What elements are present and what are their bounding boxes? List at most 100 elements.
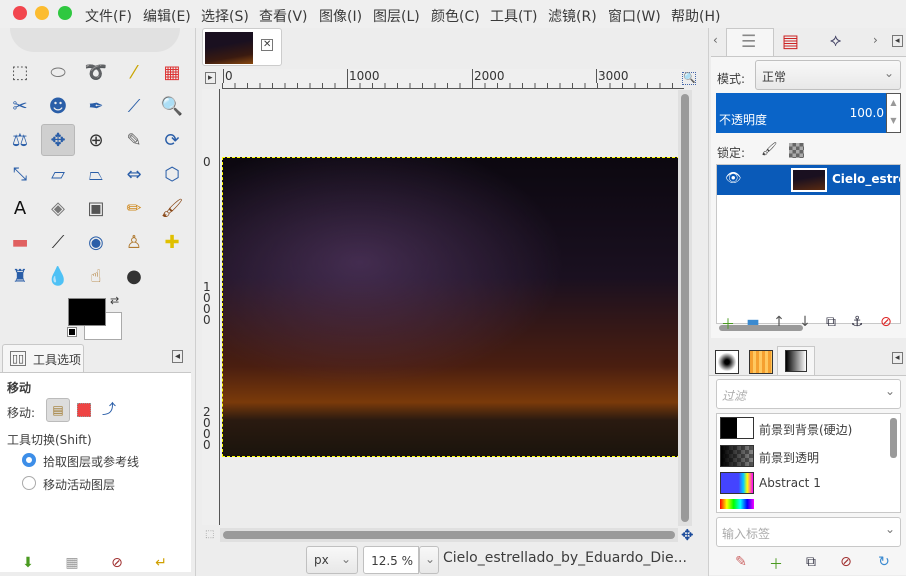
scroll-thumb[interactable] (681, 94, 689, 522)
heal-tool-icon[interactable]: ✚ (155, 226, 189, 258)
menu-select[interactable]: 选择(S) (201, 6, 249, 26)
menu-file[interactable]: 文件(F) (85, 6, 132, 26)
gradient-item[interactable]: Abstract 1 (759, 476, 821, 490)
gradient-item[interactable]: 前景到背景(硬边) (759, 421, 852, 438)
filter-input[interactable]: 过滤 ⌄ (716, 379, 901, 409)
gradient-scrollbar[interactable] (890, 418, 897, 458)
tab-gradients[interactable] (777, 346, 815, 376)
menu-edit[interactable]: 编辑(E) (143, 6, 191, 26)
zoom-input[interactable]: 12.5 % (363, 546, 419, 574)
restore-options-icon[interactable]: ▦ (63, 555, 81, 571)
tab-tool-options[interactable]: ▯▯ 工具选项 (2, 344, 84, 372)
dodge-burn-tool-icon[interactable]: ● (117, 260, 151, 292)
move-tool-icon[interactable]: ✥ (41, 124, 75, 156)
close-tab-icon[interactable]: ✕ (261, 39, 274, 51)
duplicate-layer-icon[interactable]: ⧉ (822, 314, 840, 330)
flip-tool-icon[interactable]: ⇔ (117, 158, 151, 190)
radio-pick-layer[interactable] (22, 453, 36, 467)
quick-mask-icon[interactable]: ⬚ (205, 529, 214, 540)
rect-select-tool-icon[interactable]: ⬚ (3, 56, 37, 88)
image-canvas[interactable] (222, 157, 680, 457)
blend-tool-icon[interactable]: ▣ (79, 192, 113, 224)
navigate-icon[interactable]: ✥ (681, 526, 694, 544)
blur-sharpen-tool-icon[interactable]: 💧 (41, 260, 75, 292)
zoom-fit-icon[interactable]: 🔍 (682, 72, 697, 85)
smudge-tool-icon[interactable]: ☝ (79, 260, 113, 292)
opacity-slider[interactable]: 不透明度 100.0 (716, 93, 886, 133)
chevron-right-icon[interactable]: › (873, 33, 878, 47)
new-gradient-icon[interactable]: ＋ (767, 554, 785, 574)
menu-windows[interactable]: 窗口(W) (608, 6, 661, 26)
anchor-layer-icon[interactable]: ⚓ (848, 314, 866, 330)
minimize-button[interactable] (35, 6, 49, 20)
panel-menu-icon[interactable]: ◂ (892, 35, 903, 47)
lock-pixels-icon[interactable]: 🖌 (761, 142, 778, 157)
paths-tool-icon[interactable]: ✒ (79, 90, 113, 122)
move-selection-icon[interactable] (77, 403, 91, 417)
eye-icon[interactable]: 👁 (725, 171, 742, 186)
crop-tool-icon[interactable]: ✎ (117, 124, 151, 156)
rotate-tool-icon[interactable]: ⟳ (155, 124, 189, 156)
save-options-icon[interactable]: ⬇ (19, 555, 37, 571)
raise-layer-icon[interactable]: ↑ (770, 314, 788, 330)
edit-gradient-icon[interactable]: ✎ (732, 554, 750, 570)
tag-input[interactable]: 输入标签 ⌄ (716, 517, 901, 547)
menu-help[interactable]: 帮助(H) (671, 6, 720, 26)
default-colors-icon[interactable] (67, 327, 77, 337)
mode-select[interactable]: 正常 ⌄ (755, 60, 901, 90)
menu-colors[interactable]: 颜色(C) (431, 6, 480, 26)
horizontal-scrollbar[interactable] (220, 528, 678, 542)
select-by-color-tool-icon[interactable]: ▦ (155, 56, 189, 88)
layer-row[interactable]: 👁 Cielo_estrel (717, 165, 900, 195)
airbrush-tool-icon[interactable]: ⟋ (41, 226, 75, 258)
menu-arrow-icon[interactable]: ▸ (205, 72, 216, 84)
clone-tool-icon[interactable]: ♙ (117, 226, 151, 258)
foreground-select-tool-icon[interactable]: ☻ (41, 90, 75, 122)
vertical-scrollbar[interactable] (678, 90, 692, 526)
panel-menu-icon[interactable]: ◂ (172, 350, 184, 363)
opacity-spinner[interactable]: ▲ ▼ (886, 93, 901, 133)
delete-options-icon[interactable]: ⊘ (108, 555, 126, 571)
bucket-fill-tool-icon[interactable]: ◈ (41, 192, 75, 224)
menu-filters[interactable]: 滤镜(R) (548, 6, 597, 26)
lock-alpha-icon[interactable] (789, 143, 804, 158)
move-path-icon[interactable]: ⤴ (102, 399, 116, 419)
menu-image[interactable]: 图像(I) (319, 6, 362, 26)
new-layer-icon[interactable]: ＋ (719, 314, 737, 334)
free-select-tool-icon[interactable]: ➰ (79, 56, 113, 88)
scissors-select-tool-icon[interactable]: ✂ (3, 90, 37, 122)
foreground-color[interactable] (68, 298, 106, 326)
fuzzy-select-tool-icon[interactable]: ⁄ (117, 56, 151, 88)
duplicate-gradient-icon[interactable]: ⧉ (802, 554, 820, 570)
gradient-item[interactable]: 前景到透明 (759, 449, 819, 466)
menu-layer[interactable]: 图层(L) (373, 6, 420, 26)
shear-tool-icon[interactable]: ▱ (41, 158, 75, 190)
channels-icon[interactable]: ▤ (782, 31, 799, 52)
swap-colors-icon[interactable]: ⇄ (110, 294, 119, 307)
zoom-tool-icon[interactable]: 🔍 (155, 90, 189, 122)
unit-select[interactable]: px ⌄ (306, 546, 358, 574)
perspective-tool-icon[interactable]: ⏢ (79, 158, 113, 190)
eraser-tool-icon[interactable]: ▬ (3, 226, 37, 258)
maximize-button[interactable] (58, 6, 72, 20)
move-layer-icon[interactable]: ▤ (46, 398, 70, 422)
image-tab[interactable]: ✕ (202, 28, 282, 66)
text-tool-icon[interactable]: A (3, 192, 37, 224)
ellipse-select-tool-icon[interactable]: ⬭ (41, 56, 75, 88)
ink-tool-icon[interactable]: ◉ (79, 226, 113, 258)
panel-menu-icon[interactable]: ◂ (892, 352, 903, 364)
tab-patterns[interactable] (749, 350, 773, 374)
menu-view[interactable]: 查看(V) (259, 6, 308, 26)
new-group-icon[interactable]: ▬ (744, 314, 762, 330)
delete-layer-icon[interactable]: ⊘ (877, 314, 895, 330)
reset-options-icon[interactable]: ↵ (152, 555, 170, 571)
delete-gradient-icon[interactable]: ⊘ (837, 554, 855, 570)
refresh-gradients-icon[interactable]: ↻ (875, 554, 893, 570)
lower-layer-icon[interactable]: ↓ (796, 314, 814, 330)
scale-tool-icon[interactable]: ⤡ (3, 158, 37, 190)
pencil-tool-icon[interactable]: ✏ (117, 192, 151, 224)
paths-icon[interactable]: ⟡ (830, 31, 841, 51)
close-button[interactable] (13, 6, 27, 20)
chevron-left-icon[interactable]: ‹ (713, 33, 718, 47)
tab-brushes[interactable] (715, 350, 739, 374)
